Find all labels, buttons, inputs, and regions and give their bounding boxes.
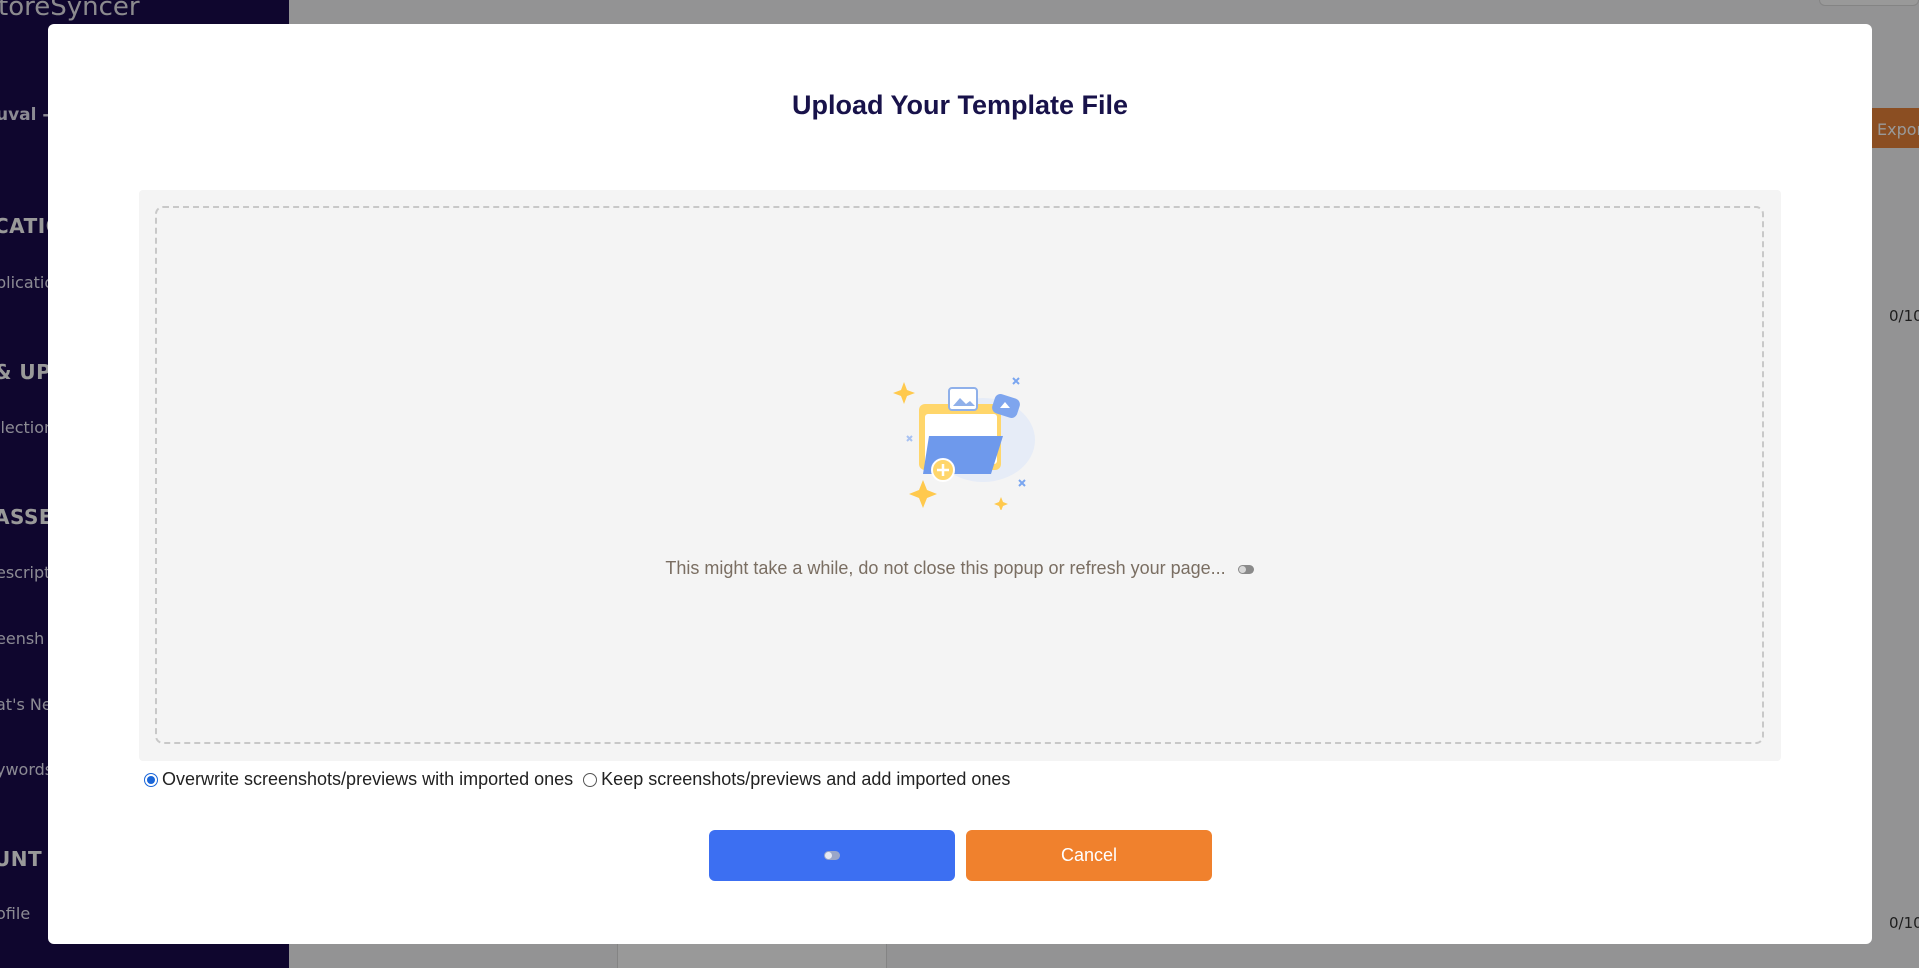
file-dropzone[interactable]: This might take a while, do not close th… xyxy=(155,206,1764,744)
loading-spinner-icon xyxy=(1237,564,1254,574)
upload-button[interactable] xyxy=(709,830,955,881)
loading-spinner-icon xyxy=(824,851,840,860)
radio-overwrite[interactable] xyxy=(144,772,158,787)
folder-upload-illustration xyxy=(893,377,1035,510)
upload-template-modal: Upload Your Template File This might tak… xyxy=(48,24,1872,944)
radio-keep[interactable] xyxy=(583,772,598,787)
dropzone-container: This might take a while, do not close th… xyxy=(139,190,1781,761)
upload-status-text: This might take a while, do not close th… xyxy=(665,558,1226,578)
modal-title: Upload Your Template File xyxy=(791,90,1129,120)
import-options: Overwrite screenshots/previews with impo… xyxy=(144,769,1020,790)
option-keep[interactable]: Keep screenshots/previews and add import… xyxy=(583,769,1010,790)
cancel-button[interactable]: Cancel xyxy=(966,830,1212,881)
option-overwrite-label[interactable]: Overwrite screenshots/previews with impo… xyxy=(162,769,573,790)
option-keep-label[interactable]: Keep screenshots/previews and add import… xyxy=(601,769,1010,790)
option-overwrite[interactable]: Overwrite screenshots/previews with impo… xyxy=(144,769,573,790)
upload-status: This might take a while, do not close th… xyxy=(157,558,1762,579)
